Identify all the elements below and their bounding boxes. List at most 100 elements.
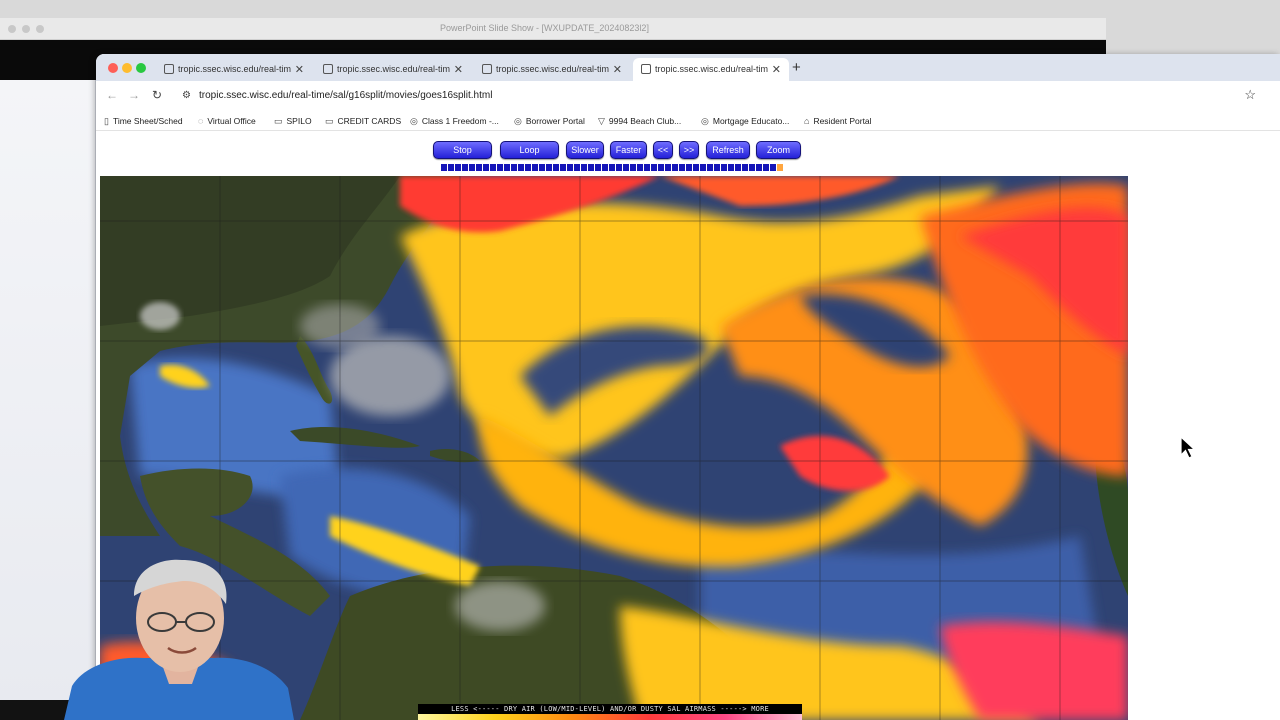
frame-marker[interactable] [448, 164, 454, 171]
back-icon[interactable]: ← [106, 88, 118, 102]
frame-marker[interactable] [658, 164, 664, 171]
reload-icon[interactable]: ↻ [152, 88, 162, 102]
page-favicon-icon [641, 64, 651, 74]
new-tab-button[interactable]: + [792, 59, 801, 76]
frame-marker[interactable] [539, 164, 545, 171]
frame-marker[interactable] [714, 164, 720, 171]
frame-marker[interactable] [581, 164, 587, 171]
loop-button[interactable]: Loop [500, 141, 559, 159]
frame-marker[interactable] [469, 164, 475, 171]
bookmark-label: 9994 Beach Club... [608, 116, 682, 126]
frame-marker[interactable] [763, 164, 769, 171]
frame-marker[interactable] [672, 164, 678, 171]
minimize-window-icon[interactable] [122, 63, 132, 73]
frame-marker[interactable] [735, 164, 741, 171]
globe-icon: ◌ [198, 116, 204, 126]
bookmark-item[interactable]: ▭ SPILO [274, 116, 312, 127]
frame-marker[interactable] [490, 164, 496, 171]
bookmark-item[interactable]: ▯ Time Sheet/Sched [104, 116, 183, 127]
maximize-window-icon[interactable] [136, 63, 146, 73]
sal-color-legend: LESS <----- DRY AIR (LOW/MID-LEVEL) AND/… [418, 704, 802, 720]
site-settings-icon[interactable]: ⚙ [182, 90, 191, 101]
globe-icon: ◎ [514, 116, 522, 126]
frame-marker[interactable] [511, 164, 517, 171]
forward-icon[interactable]: → [128, 88, 140, 102]
tab-title: tropic.ssec.wisc.edu/real-tim [337, 64, 451, 74]
presenter-webcam [64, 559, 294, 720]
frame-marker[interactable] [637, 164, 643, 171]
frame-marker[interactable] [497, 164, 503, 171]
close-tab-icon[interactable]: ✕ [295, 63, 304, 76]
frame-marker[interactable] [770, 164, 776, 171]
browser-tab[interactable]: tropic.ssec.wisc.edu/real-tim ✕ [315, 58, 471, 81]
frame-marker[interactable] [756, 164, 762, 171]
bookmark-item[interactable]: ◎ Mortgage Educato... [701, 116, 789, 127]
bookmark-label: Borrower Portal [525, 116, 585, 126]
frame-marker[interactable] [777, 164, 783, 171]
bookmark-item[interactable]: ▭ CREDIT CARDS [325, 116, 401, 127]
frame-marker[interactable] [742, 164, 748, 171]
frame-marker[interactable] [553, 164, 559, 171]
frame-marker[interactable] [623, 164, 629, 171]
close-tab-icon[interactable]: ✕ [454, 63, 463, 76]
frame-marker[interactable] [574, 164, 580, 171]
frame-marker[interactable] [441, 164, 447, 171]
legend-color-bar [418, 714, 802, 720]
frame-marker[interactable] [532, 164, 538, 171]
frame-marker[interactable] [455, 164, 461, 171]
tab-title: tropic.ssec.wisc.edu/real-tim [178, 64, 292, 74]
frame-marker[interactable] [476, 164, 482, 171]
close-window-icon[interactable] [108, 63, 118, 73]
frame-marker[interactable] [602, 164, 608, 171]
frame-marker[interactable] [567, 164, 573, 171]
vee-icon: ▽ [598, 116, 605, 126]
next-frame-button[interactable]: >> [679, 141, 699, 159]
frame-marker[interactable] [693, 164, 699, 171]
page-favicon-icon [482, 64, 492, 74]
address-bar[interactable]: tropic.ssec.wisc.edu/real-time/sal/g16sp… [199, 90, 492, 101]
frame-marker[interactable] [588, 164, 594, 171]
frame-marker[interactable] [651, 164, 657, 171]
browser-tab[interactable]: tropic.ssec.wisc.edu/real-tim ✕ [474, 58, 630, 81]
frame-selector[interactable] [441, 164, 783, 171]
frame-marker[interactable] [721, 164, 727, 171]
frame-marker[interactable] [630, 164, 636, 171]
stop-button[interactable]: Stop [433, 141, 492, 159]
frame-marker[interactable] [609, 164, 615, 171]
bookmark-item[interactable]: ◌ Virtual Office [198, 116, 256, 126]
frame-marker[interactable] [749, 164, 755, 171]
bookmark-icon: ▯ [104, 116, 109, 126]
faster-button[interactable]: Faster [610, 141, 647, 159]
frame-marker[interactable] [707, 164, 713, 171]
close-tab-icon[interactable]: ✕ [613, 63, 622, 76]
bookmark-star-icon[interactable]: ☆ [1244, 87, 1256, 103]
bookmark-item[interactable]: ▽ 9994 Beach Club... [598, 116, 681, 127]
frame-marker[interactable] [504, 164, 510, 171]
frame-marker[interactable] [616, 164, 622, 171]
zoom-button[interactable]: Zoom [756, 141, 801, 159]
previous-frame-button[interactable]: << [653, 141, 673, 159]
frame-marker[interactable] [679, 164, 685, 171]
frame-marker[interactable] [665, 164, 671, 171]
globe-icon: ◎ [410, 116, 418, 126]
frame-marker[interactable] [644, 164, 650, 171]
frame-marker[interactable] [483, 164, 489, 171]
bookmark-label: Time Sheet/Sched [112, 116, 183, 126]
frame-marker[interactable] [595, 164, 601, 171]
browser-tab-active[interactable]: tropic.ssec.wisc.edu/real-tim ✕ [633, 58, 789, 81]
refresh-button[interactable]: Refresh [706, 141, 750, 159]
bookmark-item[interactable]: ◎ Borrower Portal [514, 116, 585, 127]
frame-marker[interactable] [462, 164, 468, 171]
frame-marker[interactable] [525, 164, 531, 171]
close-tab-icon[interactable]: ✕ [772, 63, 781, 76]
frame-marker[interactable] [686, 164, 692, 171]
frame-marker[interactable] [546, 164, 552, 171]
frame-marker[interactable] [700, 164, 706, 171]
frame-marker[interactable] [560, 164, 566, 171]
bookmark-item[interactable]: ⌂ Resident Portal [804, 116, 872, 126]
frame-marker[interactable] [728, 164, 734, 171]
bookmark-item[interactable]: ◎ Class 1 Freedom -... [410, 116, 499, 127]
frame-marker[interactable] [518, 164, 524, 171]
slower-button[interactable]: Slower [566, 141, 604, 159]
browser-tab[interactable]: tropic.ssec.wisc.edu/real-tim ✕ [156, 58, 312, 81]
